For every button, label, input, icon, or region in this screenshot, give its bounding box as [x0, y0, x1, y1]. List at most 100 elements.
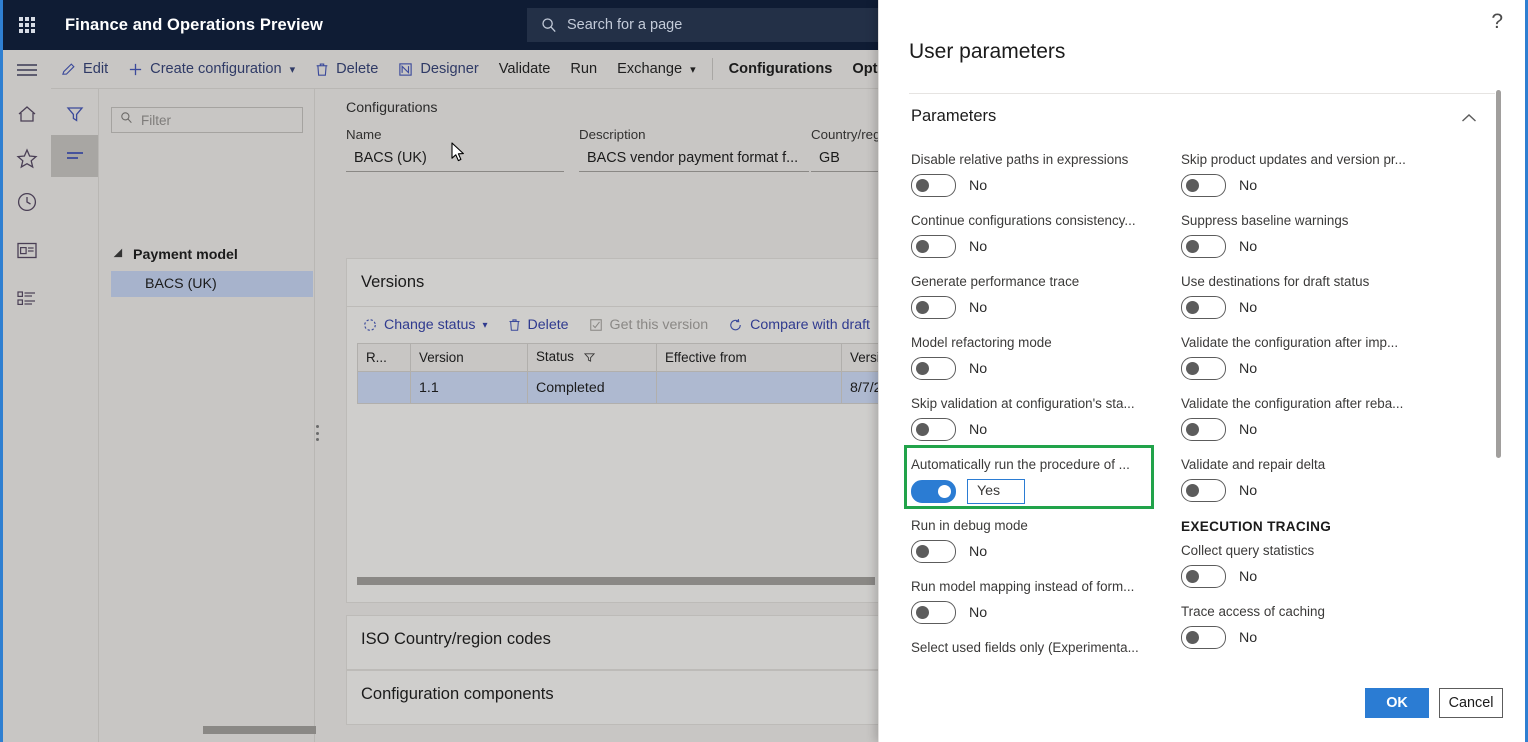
cell-r[interactable] [357, 371, 411, 404]
field-description-value[interactable]: BACS vendor payment format f... [579, 147, 809, 172]
param-run-in-debug-mode: Run in debug mode No [911, 518, 1161, 563]
trash-icon [508, 318, 521, 332]
versions-fasttab-header[interactable]: Versions [347, 259, 905, 307]
param-skip-validation-at-configuration-status: Skip validation at configuration's sta..… [911, 396, 1161, 441]
param-label: Continue configurations consistency... [911, 213, 1136, 228]
param-value: No [1239, 421, 1258, 438]
filter-pane-strip [51, 89, 99, 742]
param-validate-and-repair-delta: Validate and repair delta No [1181, 457, 1431, 502]
column-header-version[interactable]: Version [410, 343, 528, 372]
chevron-down-icon: ▾ [482, 319, 488, 331]
param-toggle[interactable] [911, 540, 956, 563]
hamburger-icon[interactable] [3, 50, 51, 89]
grid-change-status-button[interactable]: Change status ▾ [353, 317, 498, 333]
param-toggle[interactable] [1181, 626, 1226, 649]
iso-country-region-codes-header[interactable]: ISO Country/region codes [347, 616, 905, 663]
command-designer[interactable]: Designer [388, 50, 488, 89]
ok-button[interactable]: OK [1365, 688, 1429, 718]
grid-compare-with-draft-button[interactable]: Compare with draft [718, 317, 880, 333]
command-create-configuration[interactable]: Create configuration ▾ [118, 50, 305, 89]
param-value: No [969, 360, 988, 377]
star-icon[interactable] [3, 137, 51, 179]
column-header-status[interactable]: Status [527, 343, 657, 372]
param-toggle[interactable] [1181, 174, 1226, 197]
param-toggle[interactable] [911, 174, 956, 197]
param-toggle[interactable] [1181, 565, 1226, 588]
cell-status[interactable]: Completed [527, 371, 657, 404]
param-disable-relative-paths: Disable relative paths in expressions No [911, 152, 1161, 197]
tree-node-payment-model[interactable]: Payment model [111, 242, 313, 268]
filter-funnel-icon[interactable] [51, 93, 98, 135]
list-lines-icon[interactable] [51, 135, 98, 177]
filter-input[interactable]: Filter [111, 107, 303, 133]
command-validate-label: Validate [498, 61, 551, 77]
command-exchange[interactable]: Exchange ▾ [607, 50, 705, 89]
trash-icon [315, 62, 329, 77]
tree-node-bacs-uk[interactable]: BACS (UK) [111, 271, 313, 297]
column-header-r[interactable]: R... [357, 343, 411, 372]
param-toggle[interactable] [911, 418, 956, 441]
chevron-up-icon[interactable] [1461, 110, 1477, 128]
designer-icon [398, 62, 413, 77]
param-generate-performance-trace: Generate performance trace No [911, 274, 1161, 319]
command-exchange-label: Exchange [617, 61, 683, 77]
param-value: No [969, 604, 988, 621]
param-toggle[interactable] [1181, 357, 1226, 380]
command-validate[interactable]: Validate [489, 50, 561, 89]
configuration-components-header[interactable]: Configuration components [347, 671, 905, 718]
param-value: No [1239, 360, 1258, 377]
clock-icon[interactable] [3, 181, 51, 223]
command-delete-label: Delete [336, 61, 379, 77]
param-value-input[interactable]: Yes [967, 479, 1025, 504]
param-toggle[interactable] [911, 235, 956, 258]
question-mark-icon[interactable]: ? [1491, 10, 1503, 34]
chevron-down-icon: ▾ [289, 63, 296, 76]
versions-grid-horizontal-scrollbar[interactable] [357, 577, 885, 585]
field-description: Description BACS vendor payment format f… [579, 127, 809, 172]
workspace-icon[interactable] [3, 229, 51, 271]
chevron-down-icon: ▾ [690, 63, 696, 76]
command-create-configuration-label: Create configuration [150, 61, 282, 77]
param-label: Automatically run the procedure of ... [911, 457, 1130, 472]
grid-delete-button[interactable]: Delete [498, 317, 579, 333]
param-label: Run model mapping instead of form... [911, 579, 1135, 594]
column-header-effective-from[interactable]: Effective from [656, 343, 842, 372]
home-icon[interactable] [3, 93, 51, 135]
param-value: No [969, 543, 988, 560]
command-separator [711, 58, 713, 80]
param-toggle[interactable] [911, 357, 956, 380]
pencil-icon [61, 62, 76, 77]
iso-country-region-codes-fasttab[interactable]: ISO Country/region codes [346, 615, 906, 670]
app-launcher-icon[interactable] [3, 0, 51, 50]
modules-icon[interactable] [3, 277, 51, 319]
command-delete[interactable]: Delete [305, 50, 388, 89]
param-collect-query-statistics: Collect query statistics No [1181, 543, 1431, 588]
dialog-scrollbar[interactable] [1496, 90, 1501, 458]
configuration-components-fasttab[interactable]: Configuration components [346, 670, 906, 725]
param-use-destinations-for-draft-status: Use destinations for draft status No [1181, 274, 1431, 319]
param-toggle[interactable] [1181, 479, 1226, 502]
param-value: No [969, 421, 988, 438]
param-toggle[interactable] [911, 296, 956, 319]
command-edit[interactable]: Edit [51, 50, 118, 89]
param-toggle[interactable] [911, 480, 956, 503]
app-window: Finance and Operations Preview Search fo… [0, 0, 1528, 742]
cell-effective-from[interactable] [656, 371, 842, 404]
grid-get-this-version-button[interactable]: Get this version [579, 317, 719, 333]
param-toggle[interactable] [1181, 235, 1226, 258]
param-automatically-run-the-procedure: Automatically run the procedure of ... Y… [911, 457, 1161, 504]
pane-splitter-handle[interactable] [316, 425, 320, 441]
configurations-section-label: Configurations [346, 100, 438, 116]
cancel-button[interactable]: Cancel [1439, 688, 1503, 718]
param-toggle[interactable] [1181, 296, 1226, 319]
search-icon [120, 111, 133, 129]
cell-version[interactable]: 1.1 [410, 371, 528, 404]
grid-get-this-version-label: Get this version [609, 317, 709, 333]
mouse-cursor [451, 142, 467, 169]
tab-configurations[interactable]: Configurations [719, 50, 843, 89]
param-label: Use destinations for draft status [1181, 274, 1370, 289]
configurations-tree-pane: Filter Payment model BACS (UK) [99, 89, 351, 742]
command-run[interactable]: Run [560, 50, 607, 89]
param-toggle[interactable] [1181, 418, 1226, 441]
param-toggle[interactable] [911, 601, 956, 624]
